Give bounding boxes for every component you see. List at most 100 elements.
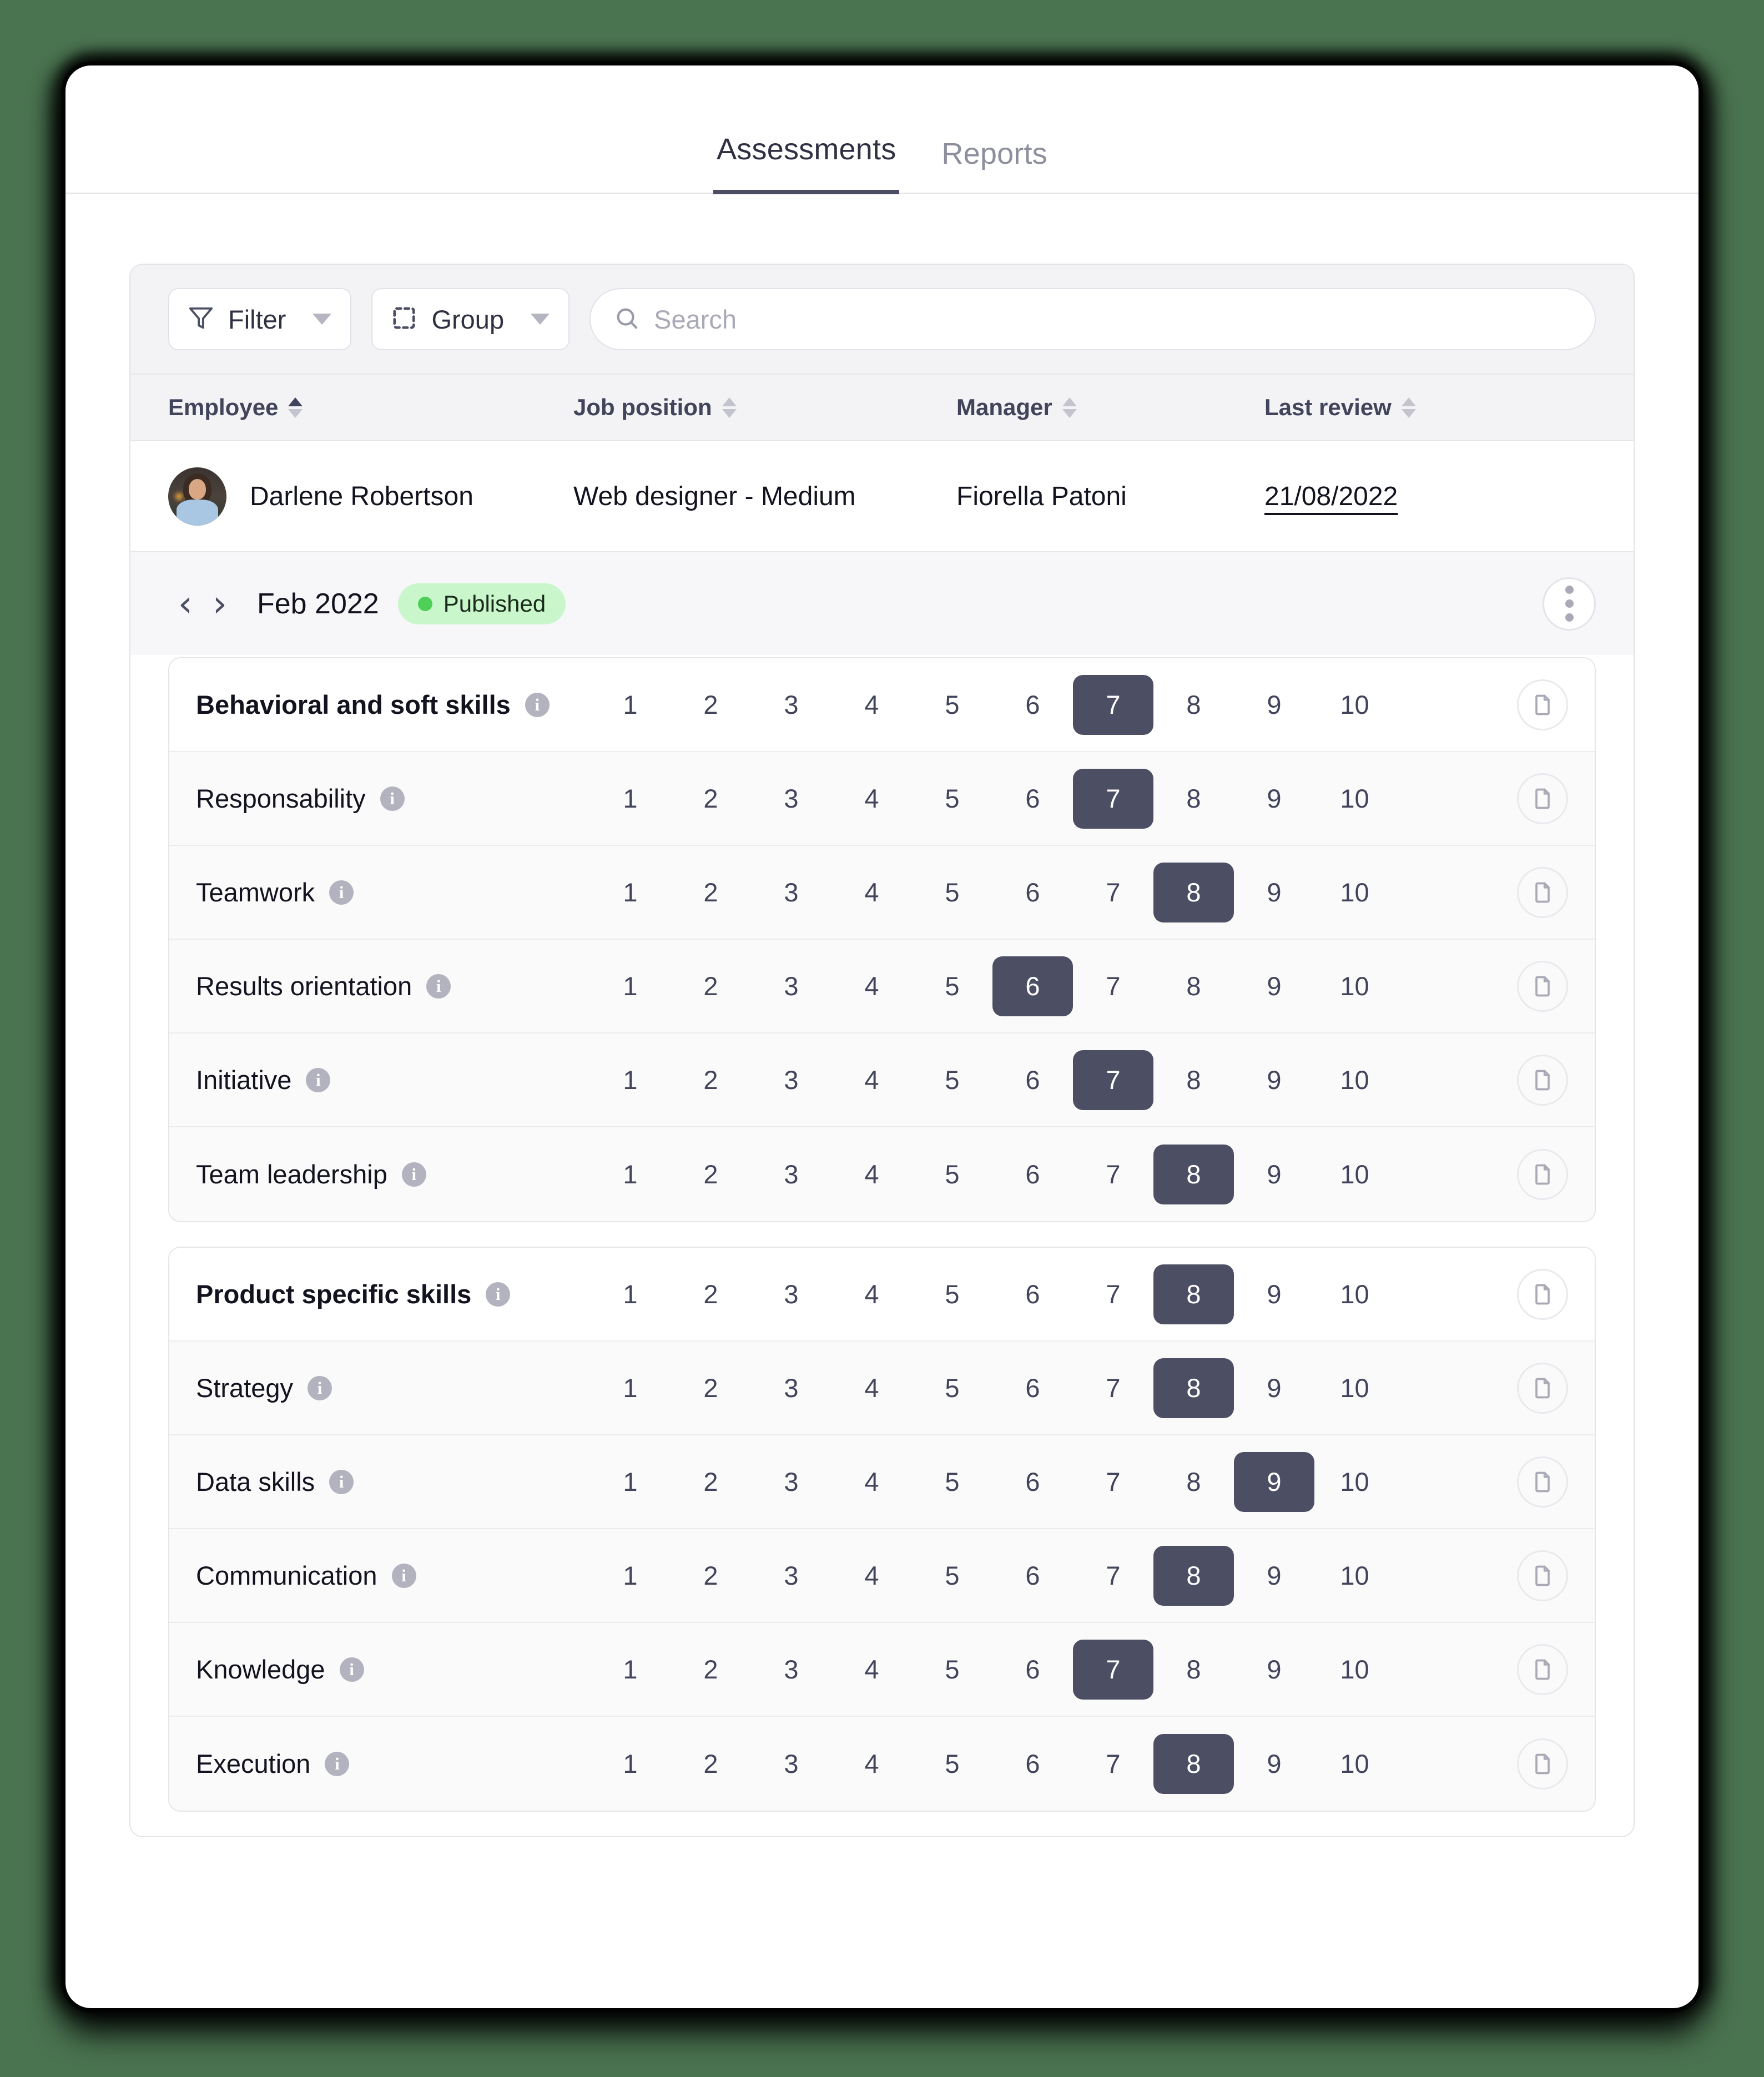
rating-option-5[interactable]: 5 xyxy=(912,1264,992,1324)
chevron-right-icon[interactable]: › xyxy=(203,585,237,622)
rating-option-2[interactable]: 2 xyxy=(671,1640,751,1700)
rating-option-8[interactable]: 8 xyxy=(1153,769,1234,829)
rating-option-10[interactable]: 10 xyxy=(1314,1452,1395,1512)
rating-option-1[interactable]: 1 xyxy=(590,1145,671,1204)
search-input[interactable] xyxy=(654,304,1571,335)
rating-option-8[interactable]: 8 xyxy=(1153,1264,1234,1324)
rating-option-10[interactable]: 10 xyxy=(1314,1264,1395,1324)
rating-option-9[interactable]: 9 xyxy=(1234,1546,1314,1606)
rating-option-6[interactable]: 6 xyxy=(992,956,1073,1016)
rating-option-9[interactable]: 9 xyxy=(1234,1734,1314,1794)
rating-option-2[interactable]: 2 xyxy=(671,1145,751,1204)
info-icon[interactable]: i xyxy=(486,1282,511,1307)
info-icon[interactable]: i xyxy=(391,1563,416,1588)
rating-option-7[interactable]: 7 xyxy=(1073,956,1153,1016)
sort-toggle-last-review[interactable] xyxy=(1401,397,1416,418)
rating-option-9[interactable]: 9 xyxy=(1234,1640,1314,1700)
tab-assessments[interactable]: Assessments xyxy=(713,132,900,194)
rating-option-6[interactable]: 6 xyxy=(992,1050,1073,1110)
rating-option-7[interactable]: 7 xyxy=(1073,1358,1153,1418)
rating-option-7[interactable]: 7 xyxy=(1073,674,1153,735)
info-icon[interactable]: i xyxy=(401,1162,426,1187)
document-icon-button[interactable] xyxy=(1517,1738,1568,1789)
info-icon[interactable]: i xyxy=(380,786,405,811)
search-box[interactable] xyxy=(589,288,1596,350)
rating-option-6[interactable]: 6 xyxy=(992,1145,1073,1204)
sort-toggle-employee[interactable] xyxy=(288,397,303,418)
sort-toggle-manager[interactable] xyxy=(1062,397,1077,418)
document-icon-button[interactable] xyxy=(1517,866,1568,918)
info-icon[interactable]: i xyxy=(525,692,550,717)
document-icon-button[interactable] xyxy=(1517,773,1568,824)
rating-option-6[interactable]: 6 xyxy=(992,769,1073,829)
column-header-manager[interactable]: Manager xyxy=(956,394,1264,421)
rating-option-5[interactable]: 5 xyxy=(912,1452,992,1512)
rating-option-8[interactable]: 8 xyxy=(1153,956,1234,1016)
more-options-button[interactable] xyxy=(1543,577,1596,631)
rating-option-8[interactable]: 8 xyxy=(1153,1545,1234,1606)
info-icon[interactable]: i xyxy=(339,1657,364,1682)
rating-option-9[interactable]: 9 xyxy=(1234,1145,1314,1204)
column-header-last-review[interactable]: Last review xyxy=(1264,394,1486,421)
last-review-date-link[interactable]: 21/08/2022 xyxy=(1264,481,1486,512)
rating-option-6[interactable]: 6 xyxy=(992,1358,1073,1418)
rating-option-8[interactable]: 8 xyxy=(1153,675,1234,735)
rating-option-5[interactable]: 5 xyxy=(912,769,992,829)
rating-option-3[interactable]: 3 xyxy=(751,863,831,922)
rating-option-4[interactable]: 4 xyxy=(831,769,912,829)
rating-option-6[interactable]: 6 xyxy=(992,863,1073,922)
rating-option-3[interactable]: 3 xyxy=(751,1452,831,1512)
document-icon-button[interactable] xyxy=(1517,1268,1568,1320)
filter-button[interactable]: Filter xyxy=(168,288,352,350)
table-row[interactable]: Darlene Robertson Web designer - Medium … xyxy=(130,441,1634,552)
rating-option-4[interactable]: 4 xyxy=(831,1264,912,1324)
rating-option-7[interactable]: 7 xyxy=(1073,1546,1153,1606)
rating-option-2[interactable]: 2 xyxy=(671,675,751,735)
document-icon-button[interactable] xyxy=(1517,1362,1568,1414)
rating-option-5[interactable]: 5 xyxy=(912,956,992,1016)
rating-option-4[interactable]: 4 xyxy=(831,956,912,1016)
rating-option-8[interactable]: 8 xyxy=(1153,1358,1234,1418)
rating-option-5[interactable]: 5 xyxy=(912,675,992,735)
rating-option-4[interactable]: 4 xyxy=(831,863,912,922)
rating-option-9[interactable]: 9 xyxy=(1234,1050,1314,1110)
rating-option-3[interactable]: 3 xyxy=(751,769,831,829)
rating-option-8[interactable]: 8 xyxy=(1153,1050,1234,1110)
rating-option-5[interactable]: 5 xyxy=(912,1546,992,1606)
rating-option-2[interactable]: 2 xyxy=(671,1546,751,1606)
document-icon-button[interactable] xyxy=(1517,1456,1568,1508)
rating-option-8[interactable]: 8 xyxy=(1153,1640,1234,1700)
rating-option-8[interactable]: 8 xyxy=(1153,1452,1234,1512)
rating-option-4[interactable]: 4 xyxy=(831,1734,912,1794)
rating-option-6[interactable]: 6 xyxy=(992,1734,1073,1794)
rating-option-9[interactable]: 9 xyxy=(1234,675,1314,735)
rating-option-10[interactable]: 10 xyxy=(1314,863,1395,922)
rating-option-2[interactable]: 2 xyxy=(671,1358,751,1418)
rating-option-4[interactable]: 4 xyxy=(831,1452,912,1512)
rating-option-10[interactable]: 10 xyxy=(1314,1734,1395,1794)
rating-option-6[interactable]: 6 xyxy=(992,1640,1073,1700)
rating-option-3[interactable]: 3 xyxy=(751,1358,831,1418)
rating-option-10[interactable]: 10 xyxy=(1314,1546,1395,1606)
rating-option-2[interactable]: 2 xyxy=(671,1050,751,1110)
rating-option-7[interactable]: 7 xyxy=(1073,1050,1153,1110)
rating-option-6[interactable]: 6 xyxy=(992,675,1073,735)
rating-option-4[interactable]: 4 xyxy=(831,1145,912,1204)
rating-option-1[interactable]: 1 xyxy=(590,675,671,735)
sort-toggle-job-position[interactable] xyxy=(722,397,737,418)
rating-option-1[interactable]: 1 xyxy=(590,863,671,922)
document-icon-button[interactable] xyxy=(1517,1148,1568,1200)
rating-option-8[interactable]: 8 xyxy=(1153,862,1234,922)
rating-option-2[interactable]: 2 xyxy=(671,956,751,1016)
rating-option-1[interactable]: 1 xyxy=(590,1546,671,1606)
rating-option-6[interactable]: 6 xyxy=(992,1264,1073,1324)
info-icon[interactable]: i xyxy=(426,974,451,999)
rating-option-9[interactable]: 9 xyxy=(1234,1264,1314,1324)
rating-option-3[interactable]: 3 xyxy=(751,956,831,1016)
info-icon[interactable]: i xyxy=(306,1067,331,1092)
rating-option-9[interactable]: 9 xyxy=(1234,863,1314,922)
rating-option-1[interactable]: 1 xyxy=(590,1452,671,1512)
rating-option-9[interactable]: 9 xyxy=(1234,1358,1314,1418)
tab-reports[interactable]: Reports xyxy=(938,137,1050,194)
rating-option-4[interactable]: 4 xyxy=(831,1050,912,1110)
